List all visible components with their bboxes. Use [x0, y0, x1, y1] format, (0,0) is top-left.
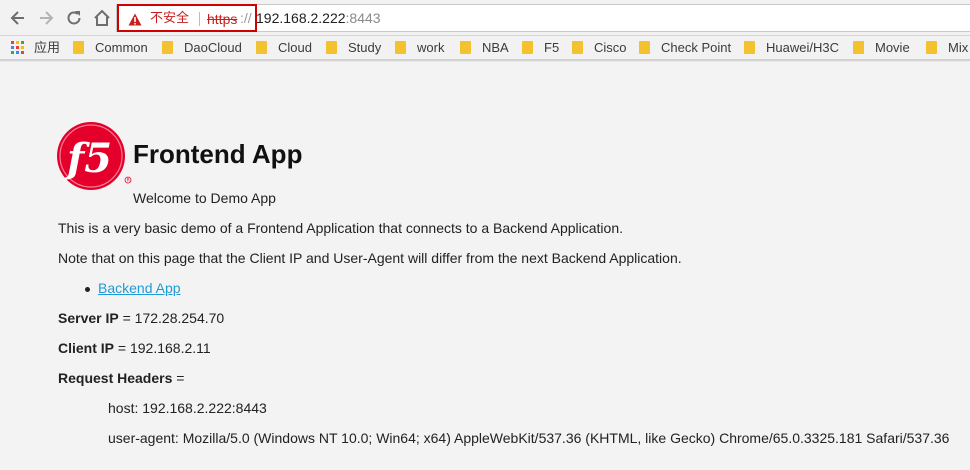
bookmark-label: DaoCloud	[184, 40, 242, 55]
f5-logo: f5 R	[57, 122, 132, 190]
security-indicator[interactable]: 不安全 https	[117, 4, 257, 32]
client-ip-row: Client IP = 192.168.2.11	[58, 340, 211, 356]
url-scheme-separator: ://	[240, 10, 252, 26]
client-ip-label: Client IP	[58, 340, 115, 356]
bookmark-label: work	[417, 40, 445, 55]
svg-text:f5: f5	[64, 135, 112, 182]
server-ip-value: = 172.28.254.70	[118, 310, 225, 326]
svg-text:R: R	[127, 178, 130, 184]
bookmark-label: Mix	[948, 40, 969, 55]
url-port: :8443	[345, 10, 381, 26]
bookmark-label: NBA	[482, 40, 509, 55]
forward-arrow-icon[interactable]	[36, 8, 56, 28]
bookmark-label: Check Point	[661, 40, 732, 55]
not-secure-label: 不安全	[150, 11, 190, 26]
apps-grid-icon	[11, 41, 24, 54]
bookmark-label: Common	[95, 40, 148, 55]
url-scheme: https	[207, 11, 238, 27]
folder-icon	[572, 41, 583, 54]
backend-app-link[interactable]: Backend App	[98, 280, 181, 296]
client-ip-value: = 192.168.2.11	[114, 340, 211, 356]
folder-icon	[744, 41, 755, 54]
url-host: 192.168.2.222:8443	[256, 10, 381, 26]
folder-icon	[326, 41, 337, 54]
bookmark-label: F5	[544, 40, 560, 55]
bookmark-label: Cisco	[594, 40, 627, 55]
intro-text: This is a very basic demo of a Frontend …	[58, 220, 623, 236]
request-headers-row: Request Headers =	[58, 370, 184, 386]
folder-icon	[460, 41, 471, 54]
folder-icon	[162, 41, 173, 54]
folder-icon	[395, 41, 406, 54]
folder-icon	[73, 41, 84, 54]
folder-icon	[639, 41, 650, 54]
bookmark-label: Huawei/H3C	[766, 40, 839, 55]
page-title: Frontend App	[133, 139, 303, 169]
request-headers-label: Request Headers	[58, 370, 173, 386]
home-icon[interactable]	[92, 8, 112, 28]
folder-icon	[926, 41, 937, 54]
address-bar[interactable]: 不安全 https :// 192.168.2.222:8443	[116, 4, 970, 32]
header-host: host: 192.168.2.222:8443	[108, 400, 267, 416]
bookmark-label: Study	[348, 40, 382, 55]
note-text: Note that on this page that the Client I…	[58, 250, 682, 266]
list-bullet	[85, 287, 90, 292]
warning-triangle-icon	[128, 13, 142, 26]
welcome-text: Welcome to Demo App	[133, 190, 276, 206]
divider	[199, 12, 200, 26]
url-hostname: 192.168.2.222	[256, 10, 346, 26]
bookmark-label: Cloud	[278, 40, 312, 55]
folder-icon	[853, 41, 864, 54]
bookmarks-bar: 应用 Common DaoCloud Cloud Study work NBA …	[0, 36, 970, 60]
header-user-agent: user-agent: Mozilla/5.0 (Windows NT 10.0…	[108, 430, 950, 446]
back-arrow-icon[interactable]	[8, 8, 28, 28]
folder-icon	[256, 41, 267, 54]
bookmark-label: Movie	[875, 40, 910, 55]
server-ip-label: Server IP	[58, 310, 119, 326]
request-headers-suffix: =	[172, 370, 185, 386]
folder-icon	[522, 41, 533, 54]
bookmark-label: 应用	[34, 40, 61, 55]
server-ip-row: Server IP = 172.28.254.70	[58, 310, 224, 326]
browser-toolbar: 不安全 https :// 192.168.2.222:8443	[0, 0, 970, 36]
reload-icon[interactable]	[64, 8, 84, 28]
toolbar-shadow	[0, 60, 970, 62]
